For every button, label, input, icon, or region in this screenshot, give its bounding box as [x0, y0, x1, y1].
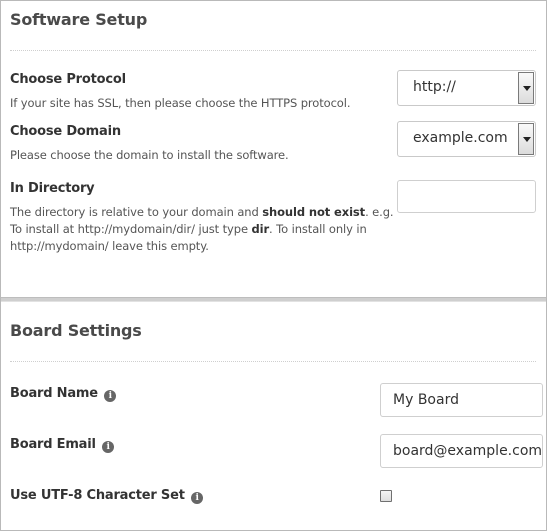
protocol-select-value: http:// — [413, 79, 456, 95]
board-email-label: Board Email i — [10, 437, 115, 453]
domain-select[interactable]: example.com — [397, 121, 536, 157]
board-email-value: board@example.com — [393, 443, 543, 459]
info-icon[interactable]: i — [104, 390, 117, 402]
info-icon[interactable]: i — [102, 441, 115, 453]
board-email-input[interactable]: board@example.com — [380, 434, 543, 468]
in-directory-label: In Directory — [10, 181, 95, 196]
install-form-panel: Software Setup Choose Protocol If your s… — [0, 0, 547, 531]
utf8-label: Use UTF-8 Character Set i — [10, 488, 204, 504]
in-directory-help: The directory is relative to your domain… — [10, 205, 394, 253]
board-name-value: My Board — [393, 392, 459, 408]
utf8-checkbox[interactable] — [380, 490, 392, 502]
choose-protocol-help: If your site has SSL, then please choose… — [10, 96, 351, 110]
choose-domain-label: Choose Domain — [10, 124, 121, 139]
chevron-down-icon — [518, 72, 534, 104]
choose-domain-help: Please choose the domain to install the … — [10, 148, 289, 162]
section-divider — [10, 361, 536, 362]
directory-input[interactable] — [397, 180, 536, 213]
domain-select-value: example.com — [413, 130, 508, 146]
section-divider — [10, 50, 536, 51]
protocol-select[interactable]: http:// — [397, 70, 536, 106]
chevron-down-icon — [518, 123, 534, 155]
board-settings-title: Board Settings — [10, 321, 142, 340]
board-name-input[interactable]: My Board — [380, 383, 543, 417]
info-icon[interactable]: i — [191, 492, 204, 504]
section-separator — [1, 297, 546, 302]
choose-protocol-label: Choose Protocol — [10, 72, 126, 87]
software-setup-title: Software Setup — [10, 10, 148, 29]
board-name-label: Board Name i — [10, 386, 117, 402]
